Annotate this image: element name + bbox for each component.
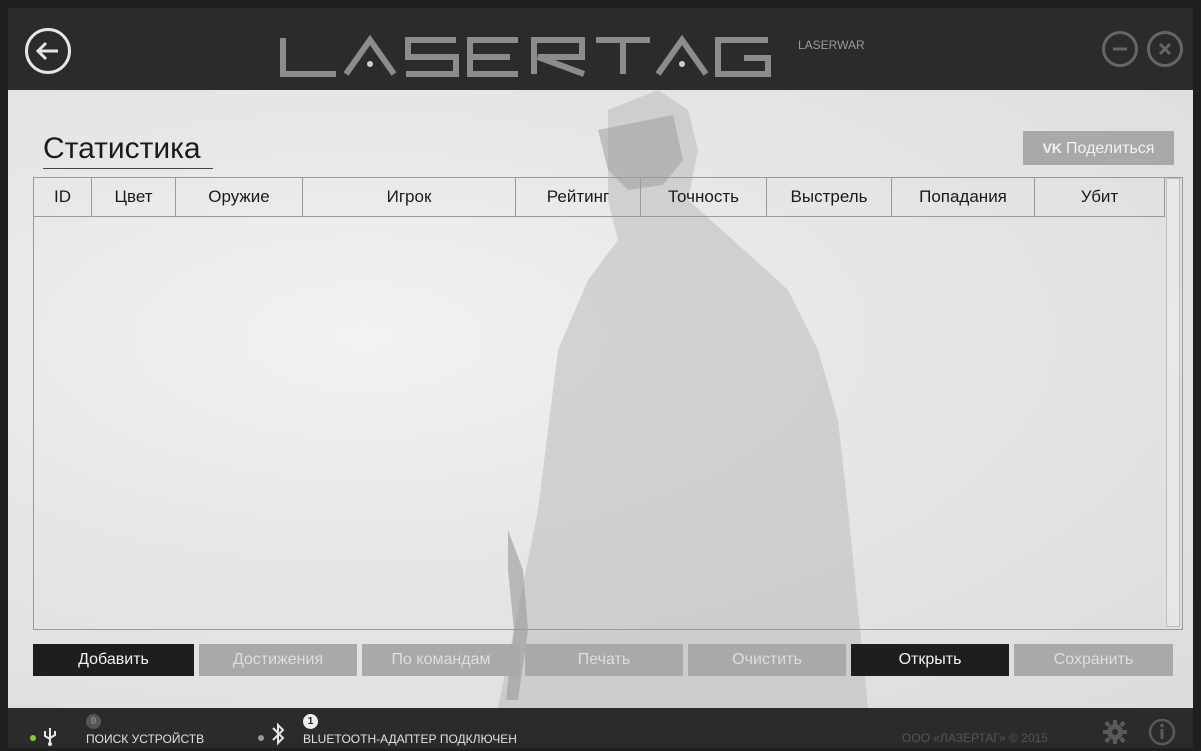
column-header-player[interactable]: Игрок (303, 178, 516, 216)
close-button[interactable] (1147, 31, 1183, 67)
save-button[interactable]: Сохранить (1014, 644, 1173, 676)
minimize-button[interactable] (1102, 31, 1138, 67)
column-header-accuracy[interactable]: Точность (641, 178, 767, 216)
statistics-table[interactable]: ID Цвет Оружие Игрок Рейтинг Точность Вы… (33, 177, 1183, 630)
usb-device-count-badge: 0 (86, 714, 101, 729)
table-scrollbar[interactable] (1166, 178, 1180, 627)
clear-button[interactable]: Очистить (688, 644, 846, 676)
close-icon (1158, 42, 1172, 56)
usb-status-dot (30, 735, 36, 741)
print-button[interactable]: Печать (525, 644, 683, 676)
add-button[interactable]: Добавить (33, 644, 194, 676)
open-button[interactable]: Открыть (851, 644, 1009, 676)
minimize-icon (1113, 47, 1127, 51)
content-panel: Статистика VK Поделиться ID Цвет Оружие И… (8, 90, 1193, 708)
settings-gear-icon[interactable] (1102, 719, 1128, 745)
back-button[interactable] (25, 28, 71, 74)
usb-status-label: ПОИСК УСТРОЙСТВ (86, 732, 205, 746)
by-teams-button[interactable]: По командам (362, 644, 520, 676)
column-header-id[interactable]: ID (34, 178, 92, 216)
page-title: Статистика (43, 130, 213, 169)
lasertag-logo (280, 34, 771, 77)
action-toolbar: Добавить Достижения По командам Печать О… (33, 644, 1183, 676)
logo-subtitle: LASERWAR (798, 38, 865, 52)
column-header-killed[interactable]: Убит (1035, 178, 1165, 216)
column-header-color[interactable]: Цвет (92, 178, 176, 216)
status-bar: 0 ПОИСК УСТРОЙСТВ 1 BLUETOOTH-АДАПТЕР ПО… (8, 708, 1193, 748)
bluetooth-status-dot (258, 735, 264, 741)
bluetooth-count-badge: 1 (303, 714, 318, 729)
bluetooth-status-label: BLUETOOTH-АДАПТЕР ПОДКЛЮЧЕН (303, 732, 517, 746)
achievements-button[interactable]: Достижения (199, 644, 357, 676)
bluetooth-icon (272, 722, 285, 746)
column-header-hits[interactable]: Попадания (892, 178, 1035, 216)
app-window: LASERWAR Статистика VK Поделиться ID Цве… (8, 8, 1193, 748)
column-header-weapon[interactable]: Оружие (176, 178, 303, 216)
arrow-left-icon (35, 41, 58, 61)
column-header-rating[interactable]: Рейтинг (516, 178, 641, 216)
copyright-text: ООО «ЛАЗЕРТАГ» © 2015 (902, 731, 1048, 745)
share-button-label: Поделиться (1066, 140, 1155, 157)
table-header: ID Цвет Оружие Игрок Рейтинг Точность Вы… (34, 178, 1165, 217)
column-header-shots[interactable]: Выстрель (767, 178, 892, 216)
info-icon[interactable] (1148, 718, 1176, 746)
share-button[interactable]: VK Поделиться (1023, 131, 1174, 165)
vk-icon: VK (1042, 140, 1063, 156)
usb-icon (44, 728, 56, 746)
title-bar: LASERWAR (8, 8, 1193, 90)
